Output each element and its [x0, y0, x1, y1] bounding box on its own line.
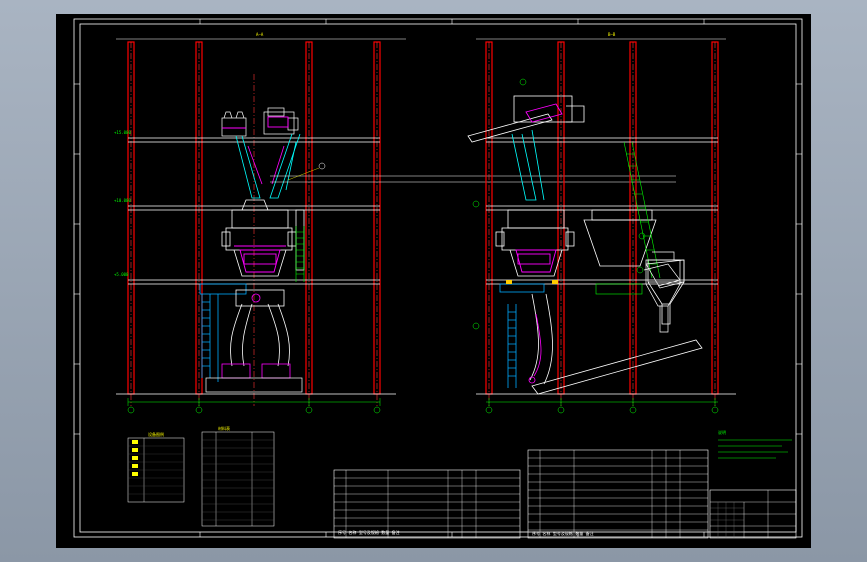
left-ladder [295, 226, 305, 282]
right-lower-highlight [528, 313, 542, 384]
left-mill [221, 199, 305, 277]
right-top-conveyor [467, 95, 585, 143]
right-columns [485, 41, 719, 395]
right-dimensions [486, 398, 718, 406]
left-parts-header: 序号 名称 型号及规格 数量 备注 [338, 529, 400, 535]
right-centerlines [488, 42, 716, 406]
parts-list-left: 序号 名称 型号及规格 数量 备注 [333, 469, 521, 539]
title-block [709, 489, 797, 539]
inner-frame [79, 23, 797, 533]
level-mark-1: +5.000 [114, 272, 129, 277]
legend-table: 设备图例 [127, 431, 185, 503]
left-centerlines [130, 42, 378, 406]
section-b-title: B—B [608, 32, 616, 37]
material-title: 材料表 [218, 425, 230, 431]
left-top-highlight [222, 116, 289, 129]
border-ticks [74, 19, 802, 537]
legend-title: 设备图例 [148, 431, 164, 437]
left-chute-highlight [247, 145, 285, 185]
right-yellow-marks [506, 280, 558, 284]
left-axis-bubbles [127, 406, 381, 414]
outer-frame [73, 18, 803, 538]
right-hopper [647, 259, 685, 325]
notes-title: 说明 [718, 429, 726, 435]
level-mark-3: +15.000 [114, 130, 131, 135]
left-mill-highlight [234, 245, 286, 273]
right-axis-bubbles [485, 406, 719, 414]
left-chutes [235, 133, 301, 199]
left-floors [116, 137, 396, 395]
parts-list-right: 序号 名称 型号及规格 数量 备注 [527, 449, 709, 539]
right-mill-highlight [515, 249, 557, 273]
left-top-equipment [221, 107, 299, 137]
callout-bubble [318, 162, 326, 170]
material-table: 材料表 [201, 425, 275, 527]
left-platform [199, 283, 247, 382]
section-b-b: B—B [467, 32, 736, 414]
right-top-highlight [525, 103, 563, 123]
right-callouts [472, 78, 646, 330]
left-outlet-ducts [230, 289, 290, 367]
section-a-a: A—A +15.000 +10.000 +5.000 [114, 32, 676, 414]
level-mark-2: +10.000 [114, 198, 131, 203]
right-inclined-chute [511, 129, 545, 201]
cad-drawing-sheet: A—A +15.000 +10.000 +5.000 B—B 设备图例 材料表 … [56, 14, 811, 548]
right-lower-chute [529, 293, 703, 395]
notes-block: 说明 [718, 429, 792, 459]
right-parts-header: 序号 名称 型号及规格 数量 备注 [532, 530, 594, 536]
right-platform [499, 283, 545, 388]
section-a-title: A—A [256, 32, 264, 37]
drawing-svg: A—A +15.000 +10.000 +5.000 B—B 设备图例 材料表 … [73, 18, 803, 539]
